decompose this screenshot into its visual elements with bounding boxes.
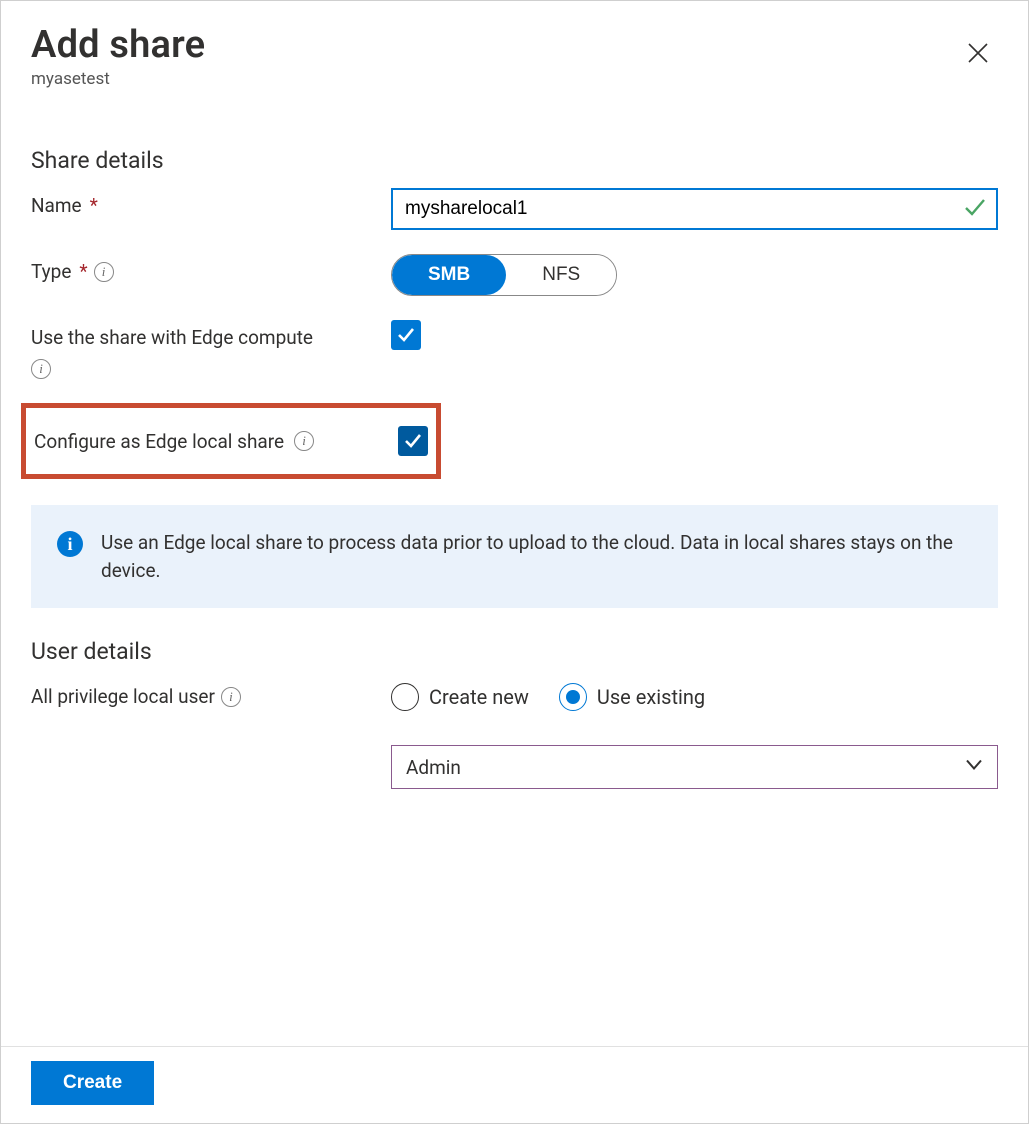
type-segmented: SMB NFS [391, 254, 617, 296]
privilege-user-label-text: All privilege local user [31, 685, 215, 708]
create-button[interactable]: Create [31, 1061, 154, 1105]
edge-compute-label: Use the share with Edge compute i [31, 320, 391, 379]
radio-create-new-label: Create new [429, 685, 529, 709]
user-details-heading: User details [31, 638, 998, 665]
type-option-smb[interactable]: SMB [392, 255, 506, 295]
chevron-down-icon [963, 754, 985, 781]
name-label-text: Name [31, 194, 82, 217]
info-icon[interactable]: i [31, 359, 51, 379]
required-asterisk: * [90, 194, 98, 217]
close-icon [967, 42, 989, 64]
edge-local-label-text: Configure as Edge local share [34, 430, 284, 453]
radio-use-existing[interactable]: Use existing [559, 683, 705, 711]
type-label: Type * i [31, 254, 391, 283]
info-banner-icon: i [57, 531, 83, 557]
privilege-user-radio-group: Create new Use existing [391, 679, 998, 711]
edge-local-highlight: Configure as Edge local share i [21, 403, 441, 479]
check-icon [395, 324, 417, 346]
name-input[interactable] [391, 188, 998, 230]
panel-body: Add share myasetest Share details Name * [1, 1, 1028, 1046]
share-details-heading: Share details [31, 147, 998, 174]
type-option-nfs[interactable]: NFS [506, 255, 616, 295]
add-share-panel: Add share myasetest Share details Name * [0, 0, 1029, 1124]
edge-local-checkbox[interactable] [398, 426, 428, 456]
edge-compute-label-text: Use the share with Edge compute [31, 326, 313, 349]
info-banner: i Use an Edge local share to process dat… [31, 505, 998, 608]
name-row: Name * [31, 188, 998, 230]
edge-compute-checkbox[interactable] [391, 320, 421, 350]
info-icon[interactable]: i [94, 262, 114, 282]
close-button[interactable] [958, 33, 998, 73]
info-banner-text: Use an Edge local share to process data … [101, 529, 972, 584]
valid-check-icon [962, 194, 988, 224]
page-subtitle: myasetest [31, 69, 205, 89]
edge-local-label: Configure as Edge local share i [34, 430, 314, 453]
info-icon[interactable]: i [294, 431, 314, 451]
check-icon [402, 430, 424, 452]
type-row: Type * i SMB NFS [31, 254, 998, 296]
privilege-user-row: All privilege local user i Create new Us… [31, 679, 998, 789]
user-dropdown-value: Admin [406, 756, 461, 779]
user-dropdown[interactable]: Admin [391, 745, 998, 789]
radio-create-new[interactable]: Create new [391, 683, 529, 711]
panel-footer: Create [1, 1046, 1028, 1123]
name-label: Name * [31, 188, 391, 217]
required-asterisk: * [79, 260, 87, 283]
privilege-user-label: All privilege local user i [31, 679, 391, 708]
type-label-text: Type [31, 260, 71, 283]
page-title: Add share [31, 23, 205, 67]
info-icon[interactable]: i [221, 687, 241, 707]
edge-compute-row: Use the share with Edge compute i [31, 320, 998, 379]
title-row: Add share myasetest [31, 23, 998, 129]
radio-use-existing-label: Use existing [597, 685, 705, 709]
